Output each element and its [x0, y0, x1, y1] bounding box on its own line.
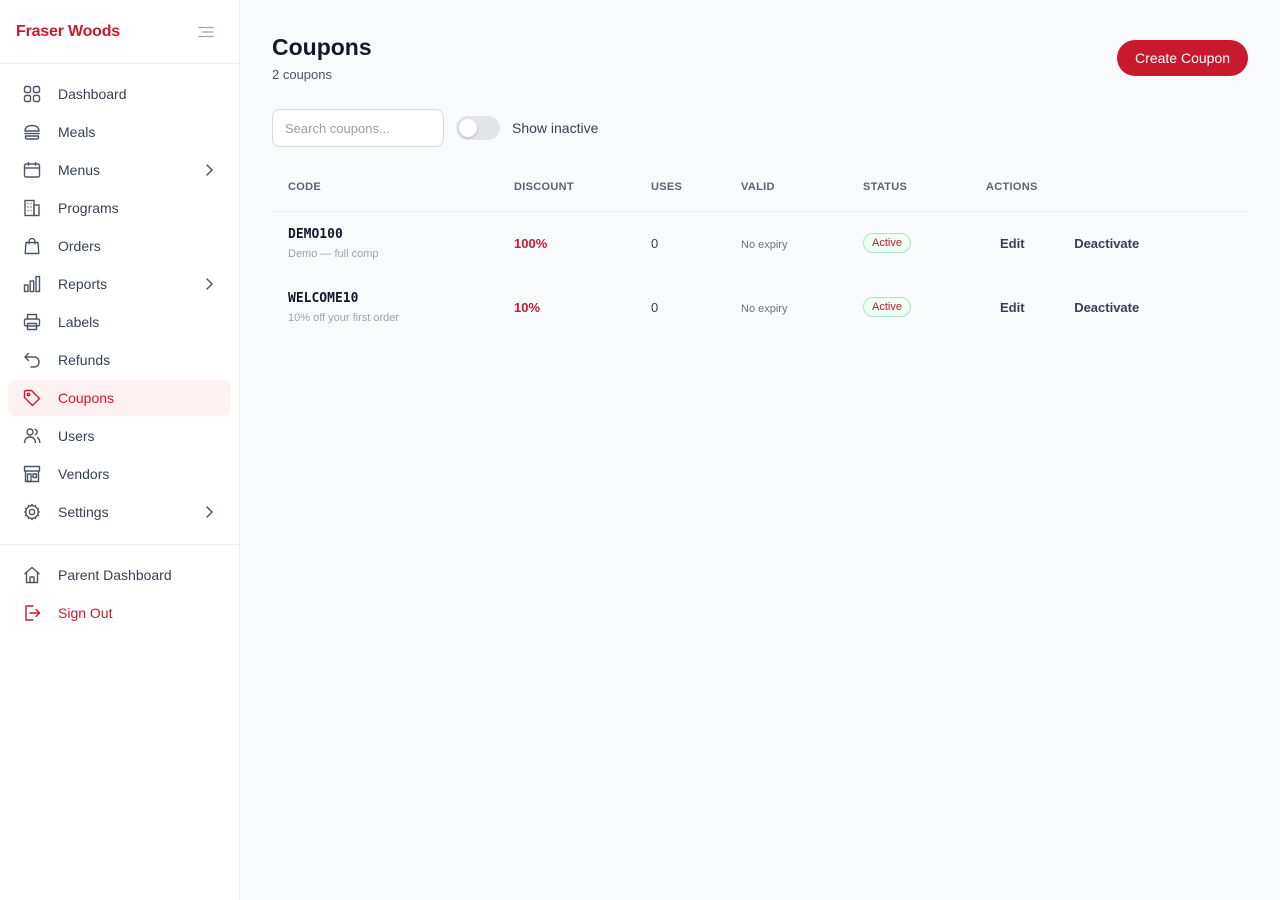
- brand-logo[interactable]: Fraser Woods: [16, 23, 120, 41]
- status-badge: Active: [863, 233, 911, 254]
- edit-button[interactable]: Edit: [1000, 236, 1025, 251]
- deactivate-button[interactable]: Deactivate: [1074, 236, 1139, 251]
- cell-status: Active: [847, 275, 970, 339]
- edit-button[interactable]: Edit: [1000, 300, 1025, 315]
- burger-icon: [22, 122, 42, 142]
- main-nav: Dashboard Meals Menus Programs Orders Re…: [0, 64, 239, 544]
- cell-uses: 0: [635, 211, 725, 275]
- coupon-valid: No expiry: [741, 238, 788, 251]
- sidebar-item-dashboard[interactable]: Dashboard: [8, 76, 231, 112]
- column-header-code: CODE: [272, 181, 498, 212]
- cell-valid: No expiry: [725, 275, 847, 339]
- table-row: DEMO100 Demo — full comp 100% 0 No expir…: [272, 211, 1248, 275]
- coupon-discount: 100%: [514, 235, 548, 251]
- status-badge: Active: [863, 297, 911, 317]
- table-row: WELCOME10 10% off your first order 10% 0…: [272, 275, 1248, 339]
- deactivate-button[interactable]: Deactivate: [1074, 300, 1139, 315]
- sidebar-item-sign-out[interactable]: Sign Out: [8, 595, 231, 631]
- coupons-table: CODE DISCOUNT USES VALID STATUS ACTIONS …: [272, 181, 1248, 339]
- building-icon: [22, 198, 42, 218]
- bar-chart-icon: [22, 274, 42, 294]
- chevron-right-icon[interactable]: [201, 276, 217, 292]
- page-title: Coupons: [272, 34, 372, 60]
- sidebar-item-orders[interactable]: Orders: [8, 228, 231, 264]
- sidebar-item-label: Refunds: [58, 352, 111, 368]
- cell-code: DEMO100 Demo — full comp: [272, 211, 498, 275]
- bottom-nav: Parent Dashboard Sign Out: [0, 545, 239, 645]
- sidebar: Fraser Woods Dashboard Meals Menus Progr…: [0, 0, 240, 900]
- storefront-icon: [22, 464, 42, 484]
- column-header-valid: VALID: [725, 181, 847, 212]
- column-header-discount: DISCOUNT: [498, 181, 635, 212]
- create-coupon-button[interactable]: Create Coupon: [1117, 40, 1248, 76]
- sidebar-item-reports[interactable]: Reports: [8, 266, 231, 302]
- cell-discount: 10%: [498, 275, 635, 339]
- users-icon: [22, 426, 42, 446]
- cell-valid: No expiry: [725, 211, 847, 275]
- sidebar-item-meals[interactable]: Meals: [8, 114, 231, 150]
- sidebar-item-label: Sign Out: [58, 605, 113, 621]
- coupon-description: 10% off your first order: [288, 311, 400, 324]
- sidebar-item-label: Dashboard: [58, 86, 127, 102]
- sidebar-item-label: Parent Dashboard: [58, 567, 172, 583]
- toggle-knob: [459, 119, 477, 137]
- coupon-uses: 0: [651, 235, 659, 251]
- table-header-row: CODE DISCOUNT USES VALID STATUS ACTIONS: [272, 181, 1248, 212]
- sidebar-item-label: Orders: [58, 238, 101, 254]
- cell-uses: 0: [635, 275, 725, 339]
- show-inactive-label: Show inactive: [512, 120, 599, 136]
- chevron-right-icon[interactable]: [201, 504, 217, 520]
- coupon-description: Demo — full comp: [288, 247, 379, 260]
- sidebar-item-labels[interactable]: Labels: [8, 304, 231, 340]
- sidebar-item-label: Meals: [58, 124, 96, 140]
- sidebar-item-label: Coupons: [58, 390, 115, 406]
- coupon-uses: 0: [651, 299, 659, 315]
- sidebar-item-coupons[interactable]: Coupons: [8, 380, 231, 416]
- show-inactive-toggle[interactable]: [456, 116, 500, 140]
- search-input[interactable]: [272, 109, 444, 147]
- sidebar-item-settings[interactable]: Settings: [8, 494, 231, 530]
- coupon-count: 2 coupons: [272, 67, 332, 82]
- cell-discount: 100%: [498, 211, 635, 275]
- sidebar-item-programs[interactable]: Programs: [8, 190, 231, 226]
- coupon-discount: 10%: [514, 299, 541, 315]
- cell-actions: Edit Deactivate: [970, 275, 1248, 339]
- cell-code: WELCOME10 10% off your first order: [272, 275, 498, 339]
- sidebar-item-label: Menus: [58, 162, 101, 178]
- tag-icon: [22, 388, 42, 408]
- chevron-right-icon[interactable]: [201, 162, 217, 178]
- sidebar-item-refunds[interactable]: Refunds: [8, 342, 231, 378]
- calendar-icon: [22, 160, 42, 180]
- main-content: Coupons 2 coupons Create Coupon Show ina…: [240, 0, 1280, 900]
- cell-status: Active: [847, 211, 970, 275]
- sidebar-item-label: Labels: [58, 314, 100, 330]
- filter-bar: Show inactive: [272, 109, 1248, 147]
- grid-icon: [22, 84, 42, 104]
- sidebar-item-label: Programs: [58, 200, 119, 216]
- undo-arrow-icon: [22, 350, 42, 370]
- shopping-bag-icon: [22, 236, 42, 256]
- home-icon: [22, 565, 42, 585]
- sidebar-item-label: Vendors: [58, 466, 110, 482]
- brand-row: Fraser Woods: [0, 0, 239, 64]
- coupon-code: WELCOME10: [288, 290, 359, 306]
- cell-actions: Edit Deactivate: [970, 211, 1248, 275]
- gear-icon: [22, 502, 42, 522]
- sidebar-item-label: Users: [58, 428, 95, 444]
- coupon-valid: No expiry: [741, 302, 788, 315]
- sidebar-item-parent-dashboard[interactable]: Parent Dashboard: [8, 557, 231, 593]
- sidebar-item-label: Reports: [58, 276, 108, 292]
- sidebar-item-users[interactable]: Users: [8, 418, 231, 454]
- sign-out-icon: [22, 603, 42, 623]
- sidebar-item-label: Settings: [58, 504, 109, 520]
- coupon-code: DEMO100: [288, 226, 343, 242]
- column-header-actions: ACTIONS: [970, 181, 1248, 212]
- sidebar-item-vendors[interactable]: Vendors: [8, 456, 231, 492]
- column-header-uses: USES: [635, 181, 725, 212]
- printer-icon: [22, 312, 42, 332]
- sidebar-item-menus[interactable]: Menus: [8, 152, 231, 188]
- column-header-status: STATUS: [847, 181, 970, 212]
- menu-collapse-icon[interactable]: [197, 23, 215, 41]
